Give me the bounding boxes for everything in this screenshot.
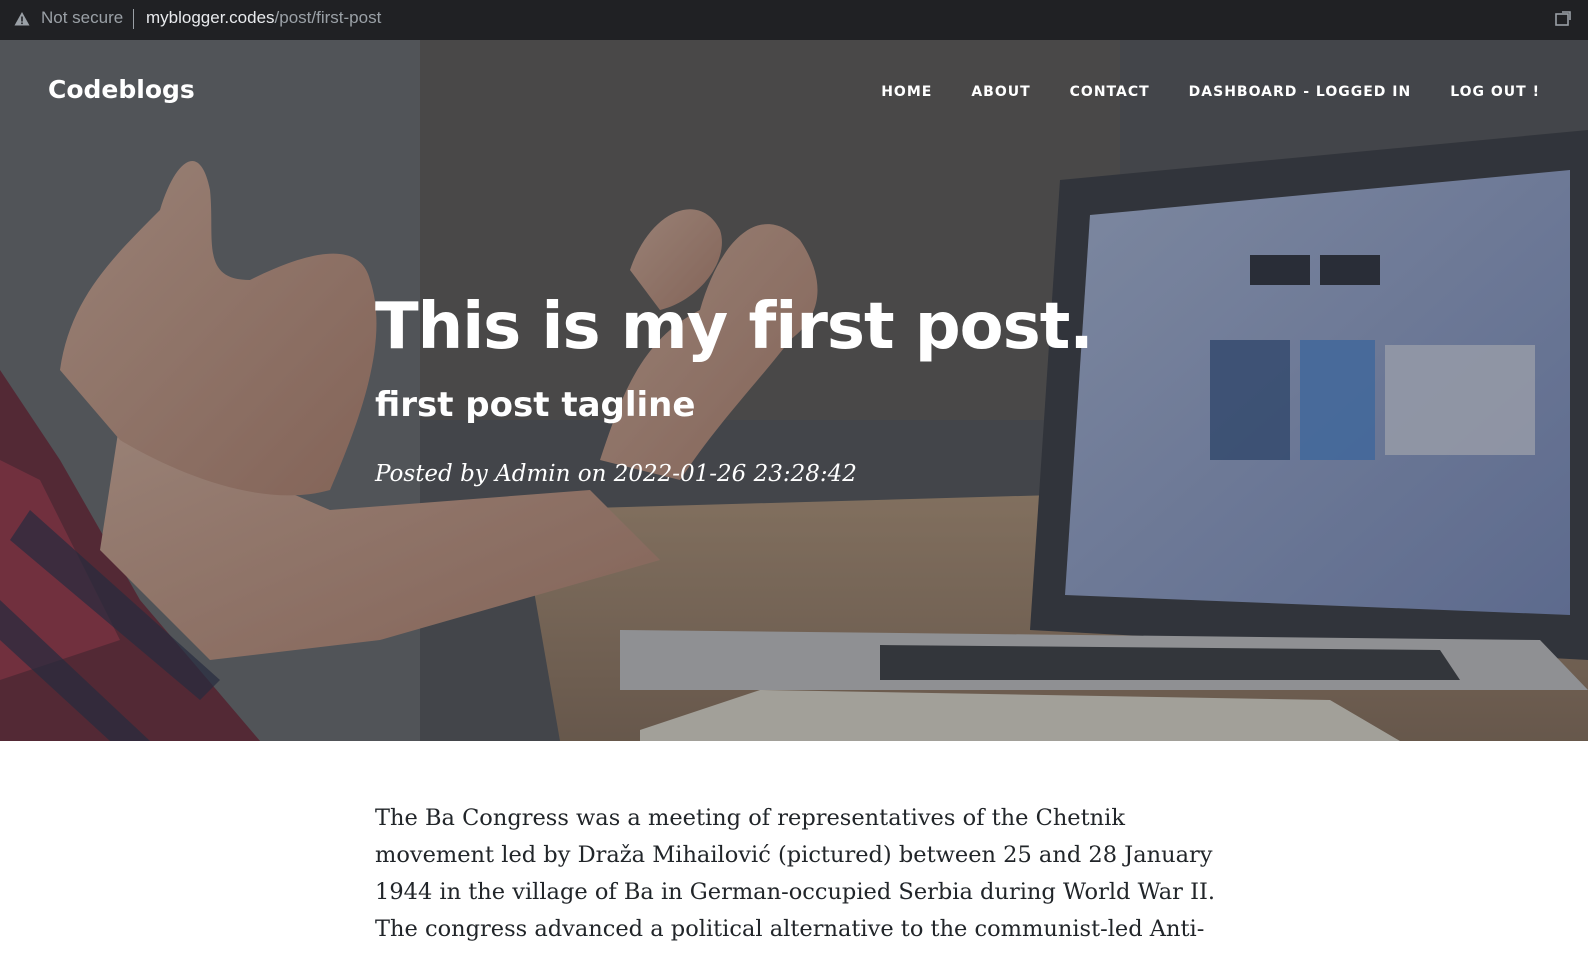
nav-contact-link[interactable]: CONTACT: [1070, 84, 1150, 100]
nav-about-link[interactable]: ABOUT: [971, 84, 1030, 100]
site-brand-link[interactable]: Codeblogs: [48, 75, 195, 104]
omnibox[interactable]: Not secure myblogger.codes/post/first-po…: [0, 0, 1588, 38]
nav-home-link[interactable]: HOME: [881, 84, 932, 100]
main-navigation: HOME ABOUT CONTACT DASHBOARD - LOGGED IN…: [881, 84, 1540, 100]
address-separator: [133, 9, 134, 29]
url-path: /post/first-post: [274, 8, 382, 27]
nav-logout-link[interactable]: LOG OUT !: [1450, 84, 1540, 100]
not-secure-label[interactable]: Not secure: [41, 8, 123, 28]
post-title: This is my first post.: [375, 290, 1094, 364]
post-header-hero: Codeblogs HOME ABOUT CONTACT DASHBOARD -…: [0, 40, 1588, 741]
warning-triangle-icon[interactable]: [14, 11, 30, 27]
hero-dark-overlay: [0, 40, 1588, 741]
post-meta: Posted by Admin on 2022-01-26 23:28:42: [375, 461, 857, 487]
open-in-new-window-icon[interactable]: [1554, 10, 1572, 28]
post-body: The Ba Congress was a meeting of represe…: [375, 800, 1225, 948]
url-domain: myblogger.codes: [146, 8, 275, 27]
browser-address-bar: Not secure myblogger.codes/post/first-po…: [0, 0, 1588, 40]
post-body-paragraph: The Ba Congress was a meeting of represe…: [375, 805, 1216, 942]
post-tagline: first post tagline: [375, 385, 696, 425]
url-text[interactable]: myblogger.codes/post/first-post: [146, 8, 381, 28]
nav-dashboard-link[interactable]: DASHBOARD - LOGGED IN: [1189, 84, 1412, 100]
